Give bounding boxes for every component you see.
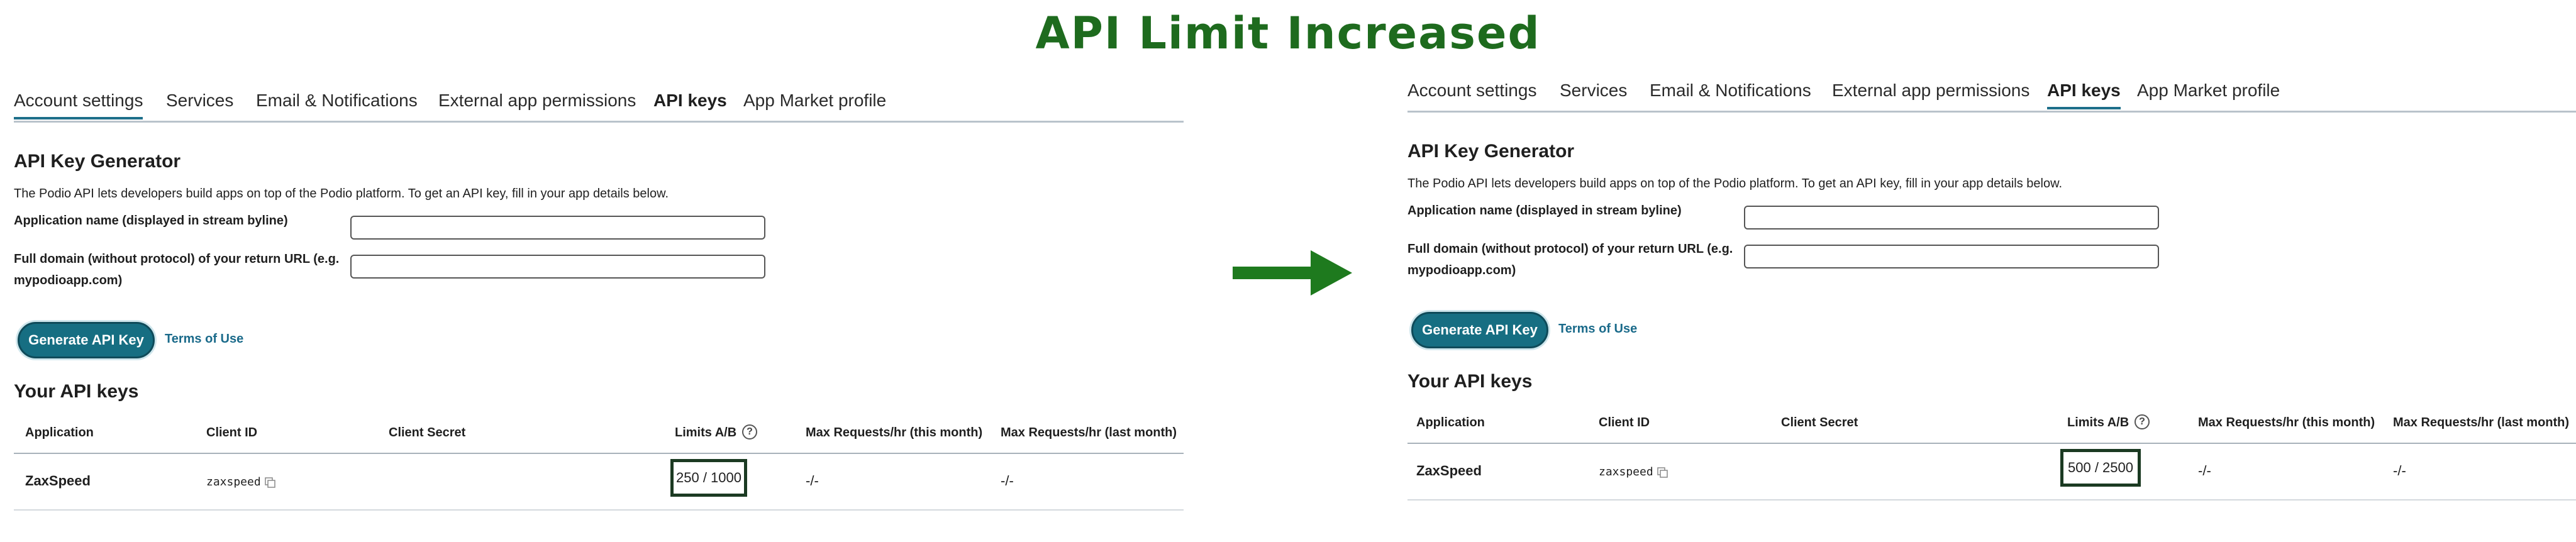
app-name-input[interactable] (1744, 206, 2159, 230)
generate-api-key-button[interactable]: Generate API Key (1411, 312, 1548, 348)
terms-of-use-link[interactable]: Terms of Use (1558, 322, 1637, 336)
domain-label: Full domain (without protocol) of your r… (1407, 242, 1733, 277)
domain-label: Full domain (without protocol) of your r… (14, 252, 340, 287)
column-limits: Limits A/B (2067, 416, 2129, 429)
column-client-secret: Client Secret (1781, 416, 1858, 429)
column-client-id: Client ID (206, 426, 258, 440)
row-max-last-month: -/- (1001, 473, 1014, 489)
headline: API Limit Increased (1035, 8, 1541, 59)
row-limits: 250 / 1000 (676, 470, 741, 485)
tab-underline (14, 117, 143, 119)
your-api-keys-title: Your API keys (1407, 371, 1533, 392)
tab-services[interactable]: Services (1560, 80, 1627, 101)
tab-external-app-permissions[interactable]: External app permissions (438, 91, 636, 111)
row-max-last-month: -/- (2393, 463, 2406, 478)
tab-services[interactable]: Services (166, 91, 233, 111)
question-circle-icon[interactable]: ? (742, 424, 757, 440)
domain-input[interactable] (350, 255, 765, 279)
row-application[interactable]: ZaxSpeed (1416, 463, 1482, 479)
tab-account-settings[interactable]: Account settings (1407, 80, 1536, 101)
copy-icon[interactable] (264, 477, 277, 489)
column-client-secret: Client Secret (389, 426, 466, 440)
limits-highlight: 250 / 1000 (670, 459, 747, 497)
generator-description: The Podio API lets developers build apps… (1407, 177, 2063, 191)
generate-api-key-button[interactable]: Generate API Key (18, 322, 155, 358)
row-max-this-month: -/- (806, 473, 819, 489)
column-application: Application (1416, 416, 1485, 429)
generator-title: API Key Generator (1407, 141, 1575, 162)
column-application: Application (25, 426, 94, 440)
tab-account-settings[interactable]: Account settings (14, 91, 143, 119)
tab-api-keys[interactable]: API keys (653, 91, 727, 111)
tab-underline (2047, 107, 2121, 109)
generator-title: API Key Generator (14, 151, 181, 172)
tab-email-notifications[interactable]: Email & Notifications (256, 91, 418, 111)
app-name-label: Application name (displayed in stream by… (1407, 204, 1682, 218)
panel-after: Account settings Services Email & Notifi… (1407, 78, 2576, 518)
row-client-id: zaxspeed (206, 475, 261, 489)
settings-tabs: Account settings Services Email & Notifi… (1407, 78, 2576, 113)
row-client-id: zaxspeed (1599, 465, 1653, 478)
settings-tabs: Account settings Services Email & Notifi… (14, 88, 1184, 123)
row-application[interactable]: ZaxSpeed (25, 473, 91, 489)
app-name-label: Application name (displayed in stream by… (14, 214, 288, 228)
column-limits: Limits A/B (675, 426, 737, 440)
column-max-this-month: Max Requests/hr (this month) (806, 426, 983, 440)
row-max-this-month: -/- (2198, 463, 2211, 478)
panel-before: Account settings Services Email & Notifi… (14, 88, 1196, 528)
tab-external-app-permissions[interactable]: External app permissions (1832, 80, 2029, 101)
question-circle-icon[interactable]: ? (2135, 414, 2150, 429)
table-header-divider (14, 453, 1184, 454)
tab-app-market-profile[interactable]: App Market profile (2137, 80, 2280, 101)
your-api-keys-title: Your API keys (14, 381, 139, 402)
generator-description: The Podio API lets developers build apps… (14, 187, 669, 201)
column-max-last-month: Max Requests/hr (last month) (1001, 426, 1177, 440)
app-name-input[interactable] (350, 216, 765, 240)
domain-input[interactable] (1744, 245, 2159, 268)
row-limits: 500 / 2500 (2068, 460, 2133, 475)
table-row-divider (14, 509, 1184, 511)
column-client-id: Client ID (1599, 416, 1650, 429)
table-header-divider (1407, 443, 2576, 444)
limits-highlight: 500 / 2500 (2060, 449, 2141, 487)
tab-app-market-profile[interactable]: App Market profile (743, 91, 886, 111)
tab-email-notifications[interactable]: Email & Notifications (1650, 80, 1811, 101)
table-row-divider (1407, 499, 2576, 501)
right-arrow-icon (1233, 250, 1352, 296)
column-max-this-month: Max Requests/hr (this month) (2198, 416, 2375, 429)
column-max-last-month: Max Requests/hr (last month) (2393, 416, 2570, 429)
terms-of-use-link[interactable]: Terms of Use (165, 332, 243, 346)
tab-api-keys[interactable]: API keys (2047, 80, 2121, 109)
copy-icon[interactable] (1657, 467, 1669, 479)
